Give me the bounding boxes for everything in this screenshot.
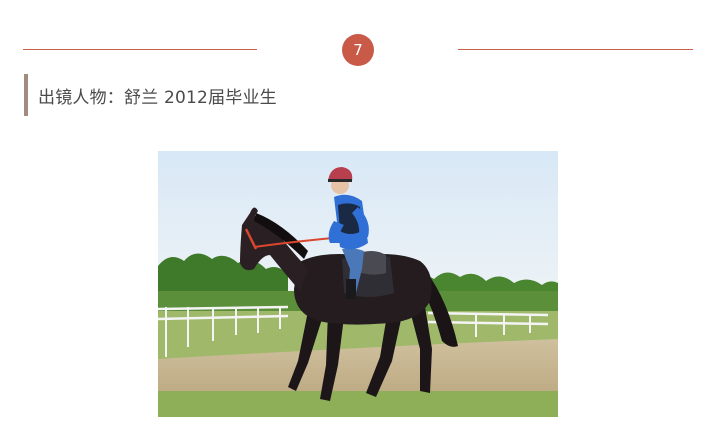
- header-divider-right: [458, 49, 693, 50]
- photo-caption: 出镜人物：舒兰 2012届毕业生: [24, 74, 277, 116]
- rider-on-dark-horse-icon: [158, 151, 558, 417]
- photo-caption-text: 出镜人物：舒兰 2012届毕业生: [38, 87, 277, 108]
- horse-rider-photo: [158, 151, 558, 417]
- header-divider-left: [23, 49, 257, 50]
- section-number-badge: 7: [342, 34, 374, 66]
